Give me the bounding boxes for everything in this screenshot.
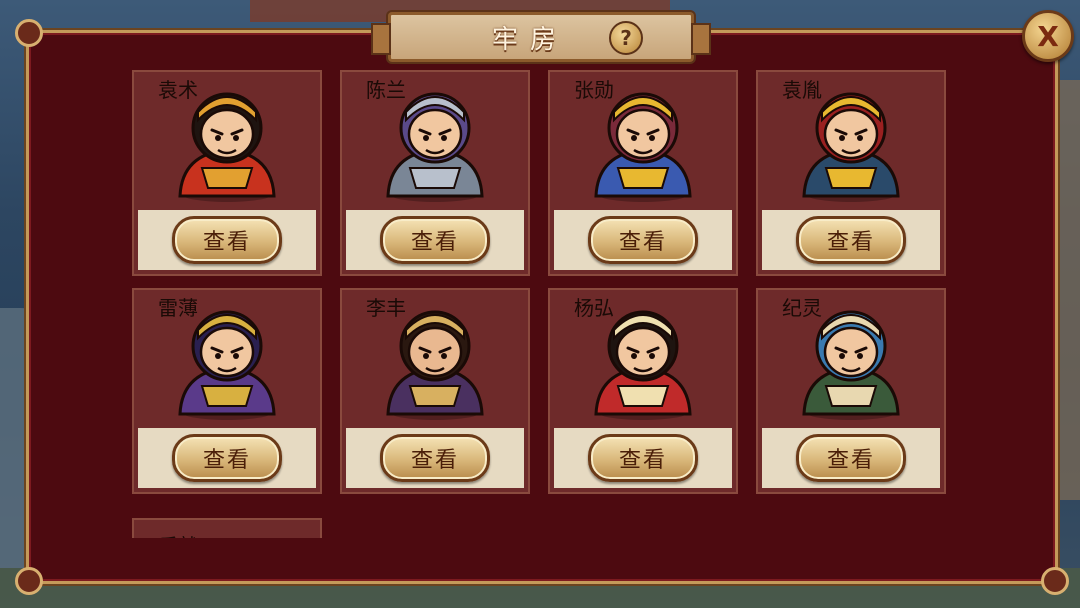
- prisoner-card: 陈兰查看: [340, 70, 530, 276]
- view-button[interactable]: 查看: [796, 216, 906, 264]
- card-footer: 查看: [138, 210, 316, 270]
- view-button[interactable]: 查看: [588, 216, 698, 264]
- frame-corner-ornament: [15, 19, 43, 47]
- prisoner-card: 张勋查看: [548, 70, 738, 276]
- view-button[interactable]: 查看: [588, 434, 698, 482]
- prisoner-name: 袁胤: [782, 78, 822, 102]
- prisoner-card: 纪灵查看: [756, 288, 946, 494]
- view-button[interactable]: 查看: [172, 216, 282, 264]
- card-footer: 查看: [346, 210, 524, 270]
- view-button[interactable]: 查看: [380, 434, 490, 482]
- help-button[interactable]: ?: [609, 21, 643, 55]
- prisoner-card: 李丰查看: [340, 288, 530, 494]
- card-footer: 查看: [762, 428, 940, 488]
- prisoner-card-partial: 乐就: [132, 518, 322, 538]
- question-icon: ?: [620, 26, 632, 50]
- prisoner-card: 雷薄查看: [132, 288, 322, 494]
- view-button[interactable]: 查看: [380, 216, 490, 264]
- card-footer: 查看: [346, 428, 524, 488]
- close-icon: X: [1037, 19, 1059, 53]
- prisoner-name: 纪灵: [782, 296, 822, 320]
- prisoner-card: 袁术查看: [132, 70, 322, 276]
- card-footer: 查看: [138, 428, 316, 488]
- prisoner-name: 袁术: [158, 78, 198, 102]
- view-button[interactable]: 查看: [172, 434, 282, 482]
- title-plate: 牢房 ?: [371, 12, 711, 62]
- card-footer: 查看: [554, 210, 732, 270]
- page-title: 牢房: [491, 24, 568, 55]
- prisoner-name: 雷薄: [158, 296, 198, 320]
- prisoner-name: 李丰: [366, 296, 406, 320]
- prisoner-name: 陈兰: [366, 78, 406, 102]
- frame-corner-ornament: [15, 567, 43, 595]
- prisoner-card: 杨弘查看: [548, 288, 738, 494]
- prisoner-card: 袁胤查看: [756, 70, 946, 276]
- prisoner-name: 张勋: [574, 78, 614, 102]
- card-footer: 查看: [762, 210, 940, 270]
- prisoner-name: 杨弘: [574, 296, 614, 320]
- card-footer: 查看: [554, 428, 732, 488]
- close-button[interactable]: X: [1022, 10, 1074, 62]
- view-button[interactable]: 查看: [796, 434, 906, 482]
- frame-corner-ornament: [1041, 567, 1069, 595]
- prisoner-name: 乐就: [158, 530, 198, 538]
